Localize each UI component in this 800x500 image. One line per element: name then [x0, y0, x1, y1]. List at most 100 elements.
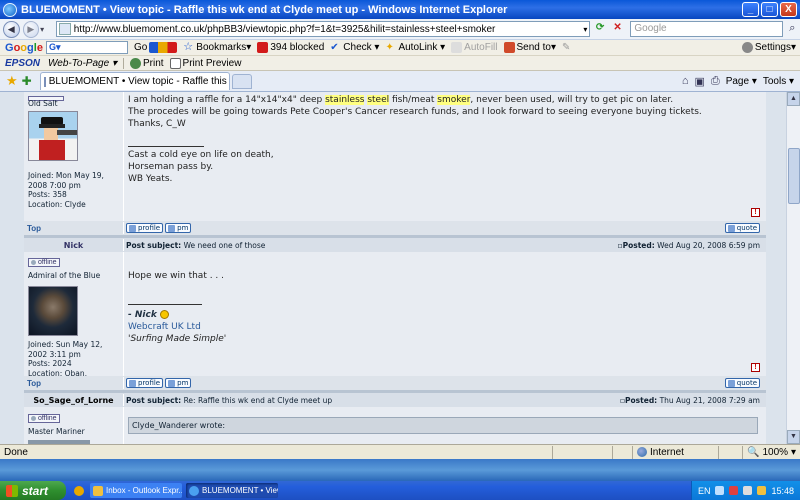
stop-icon[interactable]: ✕ — [610, 21, 626, 37]
print-preview-icon — [169, 57, 181, 69]
home-icon[interactable]: ⌂ — [682, 75, 689, 87]
tab-bluemoment[interactable]: BLUEMOMENT • View topic - Raffle this wk… — [39, 72, 230, 90]
spell-check-button[interactable]: ✔ Check ▾ — [330, 42, 379, 53]
search-input[interactable]: Google — [630, 21, 783, 37]
address-dropdown-icon[interactable]: ▾ — [583, 25, 587, 34]
avatar[interactable] — [28, 111, 78, 161]
internet-explorer-icon — [189, 485, 199, 496]
offline-badge: offline — [28, 258, 60, 267]
security-zone[interactable]: Internet — [632, 445, 718, 459]
avatar[interactable] — [28, 286, 78, 336]
scroll-thumb[interactable] — [788, 148, 800, 204]
google-search-input[interactable]: G▾ — [45, 41, 128, 54]
quick-launch-icon[interactable] — [74, 485, 84, 496]
tools-menu[interactable]: Tools ▾ — [763, 76, 794, 87]
quote-button[interactable]: quote — [724, 223, 760, 233]
post-author[interactable]: Nick — [64, 241, 84, 250]
printer-icon[interactable]: ⎙ — [711, 75, 720, 88]
tab-row: ★ ✚ BLUEMOMENT • View topic - Raffle thi… — [0, 71, 800, 92]
clock[interactable]: 15:48 — [771, 486, 794, 496]
autolink-button[interactable]: ✦ AutoLink ▾ — [385, 42, 445, 53]
antivirus-icon[interactable] — [757, 486, 767, 495]
signature-divider — [128, 146, 204, 147]
offline-badge-partial — [28, 92, 119, 101]
pencil-icon[interactable]: ✎ — [562, 42, 570, 53]
popup-blocker[interactable]: 394 blocked — [257, 42, 324, 53]
top-link[interactable]: Top — [27, 379, 41, 388]
address-row: ◀ ▶ ▾ http://www.bluemoment.co.uk/phpBB3… — [0, 19, 800, 40]
pm-button[interactable]: pm — [165, 378, 192, 388]
page-icon — [58, 23, 71, 35]
refresh-icon[interactable]: ⟳ — [592, 21, 608, 37]
scroll-up-icon[interactable]: ▲ — [787, 92, 800, 106]
taskbar-item-bluemoment[interactable]: BLUEMOMENT • View ... — [186, 483, 278, 498]
address-url[interactable]: http://www.bluemoment.co.uk/phpBB3/viewt… — [74, 24, 584, 35]
bookmarks-menu[interactable]: ☆ Bookmarks▾ — [183, 42, 251, 54]
zoom-level[interactable]: 🔍 100% ▾ — [742, 445, 800, 459]
minimize-button[interactable]: _ — [742, 2, 759, 17]
windows-flag-icon — [6, 484, 18, 497]
window-title-bar[interactable]: BLUEMOMENT • View topic - Raffle this wk… — [0, 0, 800, 19]
page-content: Old Salt Joined: Mon May 19, 2008 7:00 p… — [0, 92, 786, 444]
profile-button[interactable]: profile — [126, 223, 164, 233]
vertical-scrollbar[interactable]: ▲ ▼ — [786, 92, 800, 444]
page-menu[interactable]: Page ▾ — [726, 76, 757, 87]
signature-link[interactable]: Webcraft UK Ltd — [128, 322, 201, 332]
top-link[interactable]: Top — [27, 224, 41, 233]
maximize-button[interactable]: □ — [761, 2, 778, 17]
user-joined: Joined: Sun May 12, 2002 3:11 pm — [28, 340, 103, 359]
quote-button[interactable]: quote — [724, 378, 760, 388]
quote-author: Clyde_Wanderer wrote: — [129, 418, 757, 433]
language-indicator[interactable]: EN — [698, 486, 711, 496]
signature: - Nick Webcraft UK Ltd 'Surfing Made Sim… — [128, 310, 227, 344]
signature: Cast a cold eye on life on death, Horsem… — [128, 150, 274, 184]
post-footer: Top profile pm quote — [24, 221, 766, 235]
settings-menu[interactable]: Settings▾ — [741, 42, 796, 53]
smiley-icon — [159, 310, 169, 319]
post-header-nick: Nick Post subject: We need one of those … — [24, 238, 766, 252]
epson-logo: EPSON — [5, 57, 41, 69]
address-bar[interactable]: http://www.bluemoment.co.uk/phpBB3/viewt… — [55, 21, 591, 37]
status-empty-cell — [552, 445, 612, 459]
report-post-icon[interactable]: ! — [751, 363, 760, 372]
web-to-page-menu[interactable]: Web-To-Page ▾ — [48, 58, 117, 69]
search-icon[interactable]: ⌕ — [785, 21, 800, 37]
protected-mode-icon[interactable] — [718, 445, 742, 459]
back-button[interactable]: ◀ — [3, 20, 20, 38]
close-button[interactable]: X — [780, 2, 797, 17]
pm-icon — [168, 379, 176, 387]
print-button[interactable]: Print — [129, 57, 164, 69]
security-icon[interactable] — [729, 486, 739, 495]
taskbar-item-outlook[interactable]: Inbox - Outlook Expr... — [90, 483, 182, 498]
google-go-button[interactable]: Go — [134, 42, 178, 53]
status-text: Done — [4, 446, 28, 458]
pm-button[interactable]: pm — [165, 223, 192, 233]
network-icon[interactable] — [715, 486, 725, 495]
post-subject: Post subject: Re: Raffle this wk end at … — [126, 395, 333, 405]
add-favorites-icon[interactable]: ✚ — [22, 74, 32, 88]
pm-icon — [168, 224, 176, 232]
desktop-background — [0, 459, 800, 481]
globe-icon — [637, 447, 647, 457]
history-dropdown-icon[interactable]: ▾ — [40, 25, 50, 34]
new-tab-button[interactable] — [231, 73, 252, 89]
post-body: I am holding a raffle for a 14"x14"x4" d… — [128, 95, 702, 129]
search-highlight: stainless — [325, 95, 365, 105]
system-tray: EN 15:48 — [690, 481, 800, 500]
report-post-icon[interactable]: ! — [751, 208, 760, 217]
print-preview-button[interactable]: Print Preview — [169, 57, 241, 69]
post-author[interactable]: So_Sage_of_Lorne — [33, 396, 113, 405]
send-to-button[interactable]: Send to▾ — [503, 42, 556, 53]
post-subject: Post subject: We need one of those — [126, 240, 266, 250]
start-button[interactable]: start — [0, 481, 66, 500]
offline-badge: offline — [28, 414, 60, 423]
favorites-star-icon[interactable]: ★ — [6, 73, 18, 89]
google-icons — [149, 42, 178, 53]
feeds-icon[interactable]: ▣ — [694, 75, 704, 88]
autofill-button[interactable]: AutoFill — [451, 42, 498, 53]
volume-icon[interactable] — [743, 486, 753, 495]
scroll-down-icon[interactable]: ▼ — [787, 430, 800, 444]
profile-button[interactable]: profile — [126, 378, 164, 388]
user-joined: Joined: Mon May 19, 2008 7:00 pm — [28, 171, 104, 190]
forward-button[interactable]: ▶ — [22, 20, 40, 38]
